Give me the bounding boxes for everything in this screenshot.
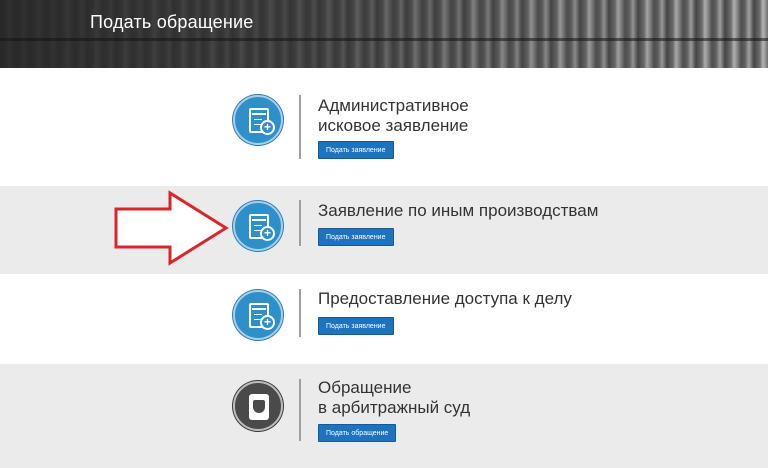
red-arrow-annotation	[114, 190, 229, 266]
arrow-shape	[114, 190, 229, 266]
